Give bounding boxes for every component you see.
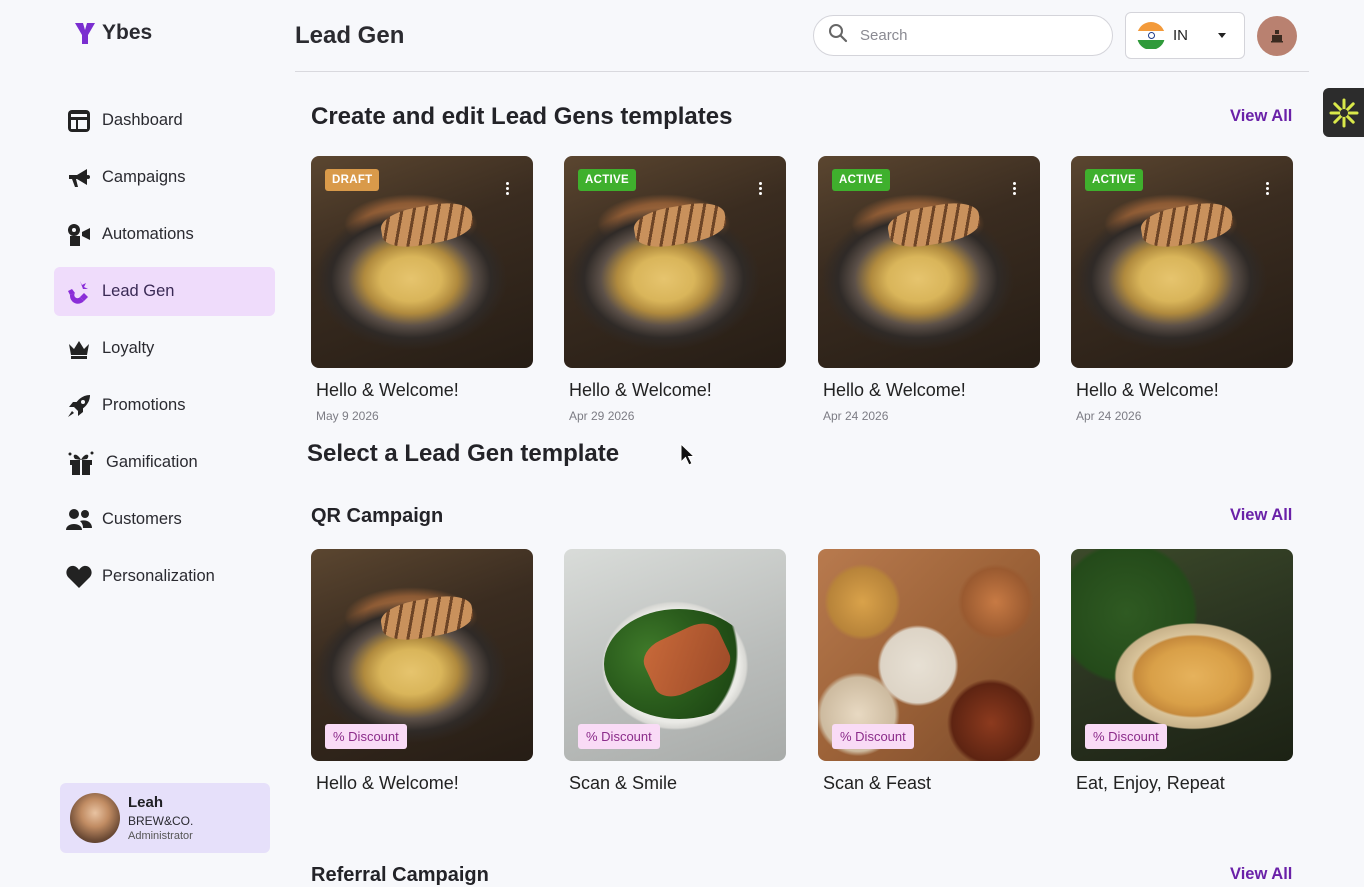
card-title: Hello & Welcome! xyxy=(316,773,459,793)
more-options-icon[interactable] xyxy=(1266,182,1269,195)
brand-avatar[interactable] xyxy=(1257,16,1297,56)
user-role: Administrator xyxy=(128,830,193,842)
qr-view-all-link[interactable]: View All xyxy=(1230,506,1292,525)
user-profile-card[interactable]: Leah BREW&CO. Administrator xyxy=(60,783,270,853)
card-title: Hello & Welcome! xyxy=(569,380,712,400)
assistant-widget-button[interactable] xyxy=(1323,88,1364,137)
card-image: % Discount xyxy=(564,549,786,761)
card-title: Hello & Welcome! xyxy=(1076,380,1219,400)
magnet-icon xyxy=(66,279,92,305)
card-title: Eat, Enjoy, Repeat xyxy=(1076,773,1225,793)
sidebar-item-automations[interactable]: Automations xyxy=(54,210,275,259)
user-name: Leah xyxy=(128,794,164,811)
template-card[interactable]: ACTIVE Hello & Welcome! Apr 29 2026 xyxy=(564,156,786,423)
discount-tag: % Discount xyxy=(832,724,914,749)
select-template-title: Select a Lead Gen template xyxy=(307,440,620,467)
search-bar[interactable] xyxy=(813,15,1113,56)
templates-view-all-link[interactable]: View All xyxy=(1230,107,1292,126)
qr-template-card[interactable]: % Discount Scan & Feast xyxy=(818,549,1040,794)
search-icon xyxy=(828,23,848,48)
sidebar-item-dashboard[interactable]: Dashboard xyxy=(54,96,275,145)
card-image: % Discount xyxy=(311,549,533,761)
card-date: May 9 2026 xyxy=(316,409,379,423)
template-card[interactable]: DRAFT Hello & Welcome! May 9 2026 xyxy=(311,156,533,423)
more-options-icon[interactable] xyxy=(1013,182,1016,195)
discount-tag: % Discount xyxy=(1085,724,1167,749)
app-logo[interactable]: Ybes xyxy=(74,21,152,45)
sidebar-nav: Dashboard Campaigns Automations Lead Gen… xyxy=(54,96,275,609)
card-image: % Discount xyxy=(818,549,1040,761)
discount-tag: % Discount xyxy=(325,724,407,749)
heart-icon xyxy=(66,564,92,590)
sidebar-item-label: Gamification xyxy=(106,453,198,471)
card-title: Hello & Welcome! xyxy=(823,380,966,400)
status-badge: ACTIVE xyxy=(832,169,890,191)
sidebar-item-label: Automations xyxy=(102,225,194,243)
sidebar-item-personalization[interactable]: Personalization xyxy=(54,552,275,601)
more-options-icon[interactable] xyxy=(759,182,762,195)
mouse-cursor-icon xyxy=(680,443,696,466)
gift-icon xyxy=(66,450,96,476)
card-date: Apr 29 2026 xyxy=(569,409,635,423)
qr-template-card[interactable]: % Discount Eat, Enjoy, Repeat xyxy=(1071,549,1293,794)
status-badge: ACTIVE xyxy=(578,169,636,191)
header-divider xyxy=(295,71,1309,72)
chevron-down-icon xyxy=(1218,33,1226,38)
templates-section-title: Create and edit Lead Gens templates xyxy=(311,103,733,130)
card-title: Hello & Welcome! xyxy=(316,380,459,400)
discount-tag: % Discount xyxy=(578,724,660,749)
sidebar-item-label: Loyalty xyxy=(102,339,155,357)
sidebar-item-loyalty[interactable]: Loyalty xyxy=(54,324,275,373)
card-image: ACTIVE xyxy=(564,156,786,368)
sidebar-item-label: Customers xyxy=(102,510,182,528)
more-options-icon[interactable] xyxy=(506,182,509,195)
status-badge: ACTIVE xyxy=(1085,169,1143,191)
brand-logo-icon xyxy=(1271,30,1283,43)
page-title: Lead Gen xyxy=(295,22,405,49)
card-date: Apr 24 2026 xyxy=(823,409,889,423)
megaphone-icon xyxy=(66,165,92,191)
logo-icon xyxy=(75,23,95,44)
user-org: BREW&CO. xyxy=(128,814,194,828)
dashboard-icon xyxy=(66,108,92,134)
card-title: Scan & Smile xyxy=(569,773,678,793)
sidebar-item-promotions[interactable]: Promotions xyxy=(54,381,275,430)
referral-campaign-title: Referral Campaign xyxy=(311,864,489,886)
sidebar-item-customers[interactable]: Customers xyxy=(54,495,275,544)
sidebar-item-gamification[interactable]: Gamification xyxy=(54,438,275,487)
crown-icon xyxy=(66,336,92,362)
automation-icon xyxy=(66,222,92,248)
rocket-icon xyxy=(66,393,92,419)
users-icon xyxy=(66,507,92,533)
avatar xyxy=(70,793,120,843)
sidebar-item-label: Campaigns xyxy=(102,168,186,186)
template-card[interactable]: ACTIVE Hello & Welcome! Apr 24 2026 xyxy=(818,156,1040,423)
card-image: ACTIVE xyxy=(1071,156,1293,368)
card-image: ACTIVE xyxy=(818,156,1040,368)
card-title: Scan & Feast xyxy=(823,773,932,793)
sparkle-icon xyxy=(1329,98,1358,127)
sidebar-item-lead-gen[interactable]: Lead Gen xyxy=(54,267,275,316)
sidebar-item-campaigns[interactable]: Campaigns xyxy=(54,153,275,202)
template-card[interactable]: ACTIVE Hello & Welcome! Apr 24 2026 xyxy=(1071,156,1293,423)
app-name: Ybes xyxy=(102,21,153,44)
sidebar-item-label: Lead Gen xyxy=(102,282,175,300)
status-badge: DRAFT xyxy=(325,169,380,191)
india-flag-icon xyxy=(1137,21,1165,50)
qr-campaign-title: QR Campaign xyxy=(311,505,444,527)
search-input[interactable] xyxy=(860,27,1080,44)
referral-view-all-link[interactable]: View All xyxy=(1230,865,1292,884)
sidebar-item-label: Personalization xyxy=(102,567,215,585)
qr-template-card[interactable]: % Discount Scan & Smile xyxy=(564,549,786,794)
sidebar-item-label: Promotions xyxy=(102,396,186,414)
country-selector[interactable]: IN xyxy=(1125,12,1245,59)
country-code: IN xyxy=(1173,27,1188,44)
card-image: % Discount xyxy=(1071,549,1293,761)
qr-template-card[interactable]: % Discount Hello & Welcome! xyxy=(311,549,533,794)
sidebar-item-label: Dashboard xyxy=(102,111,183,129)
card-image: DRAFT xyxy=(311,156,533,368)
card-date: Apr 24 2026 xyxy=(1076,409,1142,423)
